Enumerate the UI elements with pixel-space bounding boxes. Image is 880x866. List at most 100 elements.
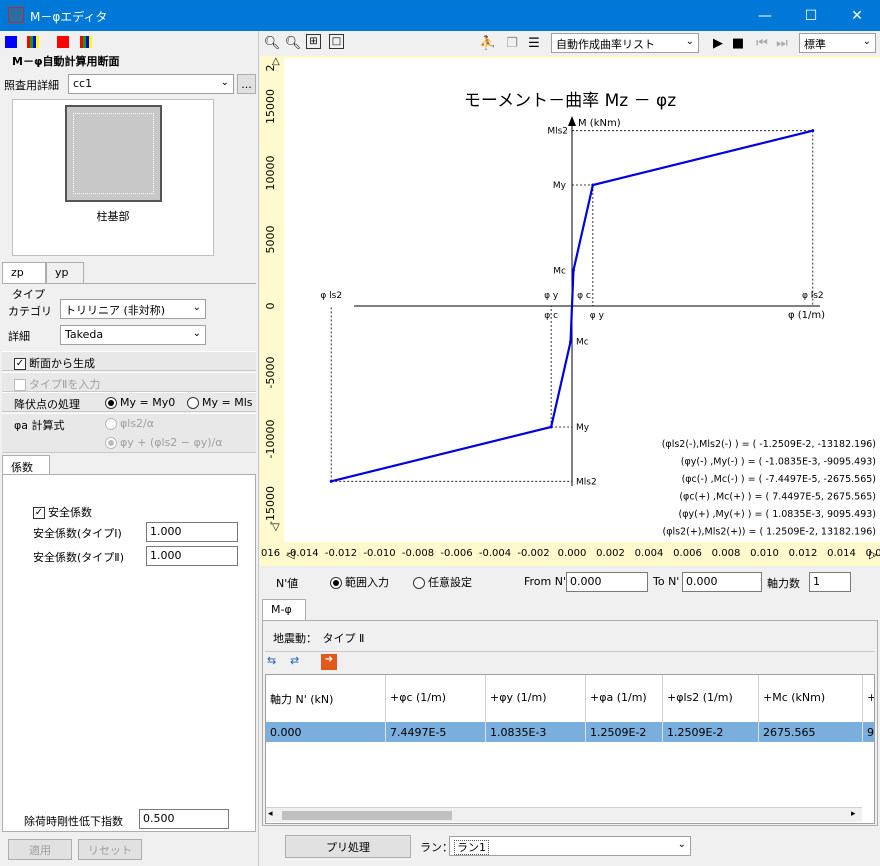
y-tick-label: 5000: [264, 226, 277, 254]
phia-option-2[interactable]: φy + (φls2 − φy)/α: [105, 436, 223, 449]
detail-select[interactable]: Takeda ⌄: [60, 325, 206, 345]
mls2-pos-label: Mls2: [547, 127, 568, 137]
chart-area: △ ▽ ◁ ▷ -15000 -10000 -5000 0 5000 10000 15000…: [260, 56, 880, 566]
copy-icon[interactable]: ❐: [503, 34, 521, 52]
phia-option-1[interactable]: φls2/α: [105, 417, 154, 430]
red-color-icon[interactable]: [57, 36, 69, 48]
blue-color-icon[interactable]: [5, 36, 17, 48]
list-icon[interactable]: ☰: [525, 34, 543, 52]
tab-coefficients[interactable]: 係数: [2, 455, 50, 475]
chevron-down-icon: ⌄: [685, 36, 694, 47]
step-forward-icon[interactable]: ⏭: [773, 34, 791, 52]
tab-zp[interactable]: zp: [2, 262, 46, 283]
any-setting-radio[interactable]: 任意設定: [413, 574, 472, 590]
chevron-down-icon: ⌄: [862, 36, 871, 47]
yield-option-mls[interactable]: My = Mls: [187, 396, 253, 409]
mls2-neg-label: Mls2: [576, 477, 597, 487]
unload-input[interactable]: 0.500: [139, 809, 229, 829]
section-preview: 柱基部: [12, 99, 214, 256]
ref-browse-button[interactable]: ...: [237, 74, 256, 94]
apply-button[interactable]: 適用: [8, 839, 72, 860]
zoom-out-icon[interactable]: 🔍︎: [284, 34, 302, 52]
phi-c-pos-label: φ c: [577, 291, 591, 301]
reset-button[interactable]: リセット: [78, 839, 142, 860]
range-input-radio[interactable]: 範囲入力: [330, 574, 389, 590]
scroll-left-icon[interactable]: ◂: [268, 809, 273, 819]
axial-count-input[interactable]: 1: [809, 572, 851, 592]
chevron-down-icon: ⌄: [220, 77, 229, 88]
grid-cell: 9: [867, 726, 874, 739]
y-axis-label: M (kNm): [578, 118, 621, 129]
x-axis-label: φ (1/m): [788, 310, 825, 321]
x-tick-label: -0.002: [517, 548, 549, 559]
table-row[interactable]: 0.000 7.4497E-5 1.0835E-3 1.2509E-2 1.25…: [266, 722, 874, 742]
scroll-right-icon[interactable]: ▸: [851, 809, 856, 819]
y-tick-label: 10000: [264, 156, 277, 191]
x-tick-label: -0.008: [402, 548, 434, 559]
tab-yp[interactable]: yp: [46, 262, 84, 283]
x-tick-label: -0.014: [286, 548, 318, 559]
detail-label: 詳細: [8, 330, 30, 343]
nvalue-label: N'値: [276, 577, 299, 590]
yield-option-my0[interactable]: My = My0: [105, 396, 175, 409]
title-bar: M－φエディタ — ☐ ✕: [0, 0, 880, 31]
person-run-icon[interactable]: ⛹: [479, 34, 497, 52]
point-annotation: (φy(+) ,My(+) ) = ( 1.0835E-3, 9095.493): [679, 509, 876, 520]
minimize-button[interactable]: —: [742, 0, 788, 31]
column-section-image: [65, 105, 162, 202]
preprocess-button[interactable]: プリ処理: [285, 835, 411, 858]
phi-y-neg-label: φ y: [544, 291, 559, 301]
safety2-input[interactable]: 1.000: [146, 546, 238, 566]
grid-cell: 1.0835E-3: [486, 722, 586, 742]
x-tick-label: -0.004: [479, 548, 511, 559]
play-icon[interactable]: ▶: [709, 34, 727, 52]
scrollbar-thumb[interactable]: [282, 811, 452, 820]
radio-selected-icon: [105, 437, 117, 449]
close-button[interactable]: ✕: [834, 0, 880, 31]
safety-checkbox[interactable]: ✓ 安全係数: [33, 504, 92, 520]
yield-row: 降伏点の処理 My = My0 My = Mls: [2, 392, 256, 412]
x-tick-label: -0.010: [363, 548, 395, 559]
tab-m-phi[interactable]: M-φ: [262, 599, 306, 621]
ref-detail-select[interactable]: cc1 ⌄: [68, 74, 234, 94]
unload-label: 除荷時剛性低下指数: [24, 815, 123, 828]
type2-input-checkbox[interactable]: タイプⅡを入力: [2, 372, 256, 392]
chevron-down-icon: ⌄: [677, 839, 686, 850]
fit-view-icon[interactable]: ⊞: [306, 34, 321, 49]
stop-icon[interactable]: ■: [729, 34, 747, 52]
curve-point: [571, 268, 575, 272]
curve-point: [549, 425, 553, 429]
maximize-button[interactable]: ☐: [788, 0, 834, 31]
from-input[interactable]: 0.000: [566, 572, 648, 592]
export-icon[interactable]: ➜: [321, 654, 337, 670]
phi-c-neg-label: φ c: [544, 311, 558, 321]
type2-input-label: タイプⅡを入力: [29, 378, 101, 391]
curve-point: [591, 183, 595, 187]
step-back-icon[interactable]: ⏮: [753, 34, 771, 52]
point-annotation: (φls2(-),Mls2(-) ) = ( -1.2509E-2, -1318…: [662, 439, 876, 450]
expand-columns-icon[interactable]: ⇆: [267, 654, 285, 670]
gen-from-section-checkbox[interactable]: ✓ 断面から生成: [2, 351, 256, 371]
safety2-label: 安全係数(タイプⅡ): [33, 551, 124, 564]
chevron-down-icon: ⌄: [192, 328, 201, 339]
phi-ls2-pos-label: φ ls2: [802, 291, 824, 301]
palette-icon[interactable]: [80, 36, 92, 48]
zoom-in-icon[interactable]: 🔍︎: [263, 34, 281, 52]
radio-icon: [105, 418, 117, 430]
sort-columns-icon[interactable]: ⇄: [290, 654, 308, 670]
mode-select[interactable]: 標準 ⌄: [799, 33, 876, 53]
run-select[interactable]: ラン1 ⌄: [449, 836, 691, 856]
curve-list-select[interactable]: 自動作成曲率リスト ⌄: [551, 33, 699, 53]
category-select[interactable]: トリリニア (非対称) ⌄: [60, 299, 206, 319]
x-tick-label: 0.012: [789, 548, 818, 559]
palette-icon[interactable]: [27, 36, 39, 48]
safety1-input[interactable]: 1.000: [146, 522, 238, 542]
app-icon: [8, 7, 24, 23]
y-tick-label: -10000: [264, 420, 277, 459]
left-panel: M－φ自動計算用断面 照査用詳細 cc1 ⌄ ... 柱基部 zp yp タイプ …: [0, 31, 258, 866]
checkbox-icon: [14, 379, 26, 391]
zoom-window-icon[interactable]: □: [329, 34, 344, 49]
to-input[interactable]: 0.000: [682, 572, 762, 592]
horizontal-scrollbar[interactable]: ◂ ▸: [266, 807, 862, 822]
gen-from-section-label: 断面から生成: [29, 357, 95, 370]
